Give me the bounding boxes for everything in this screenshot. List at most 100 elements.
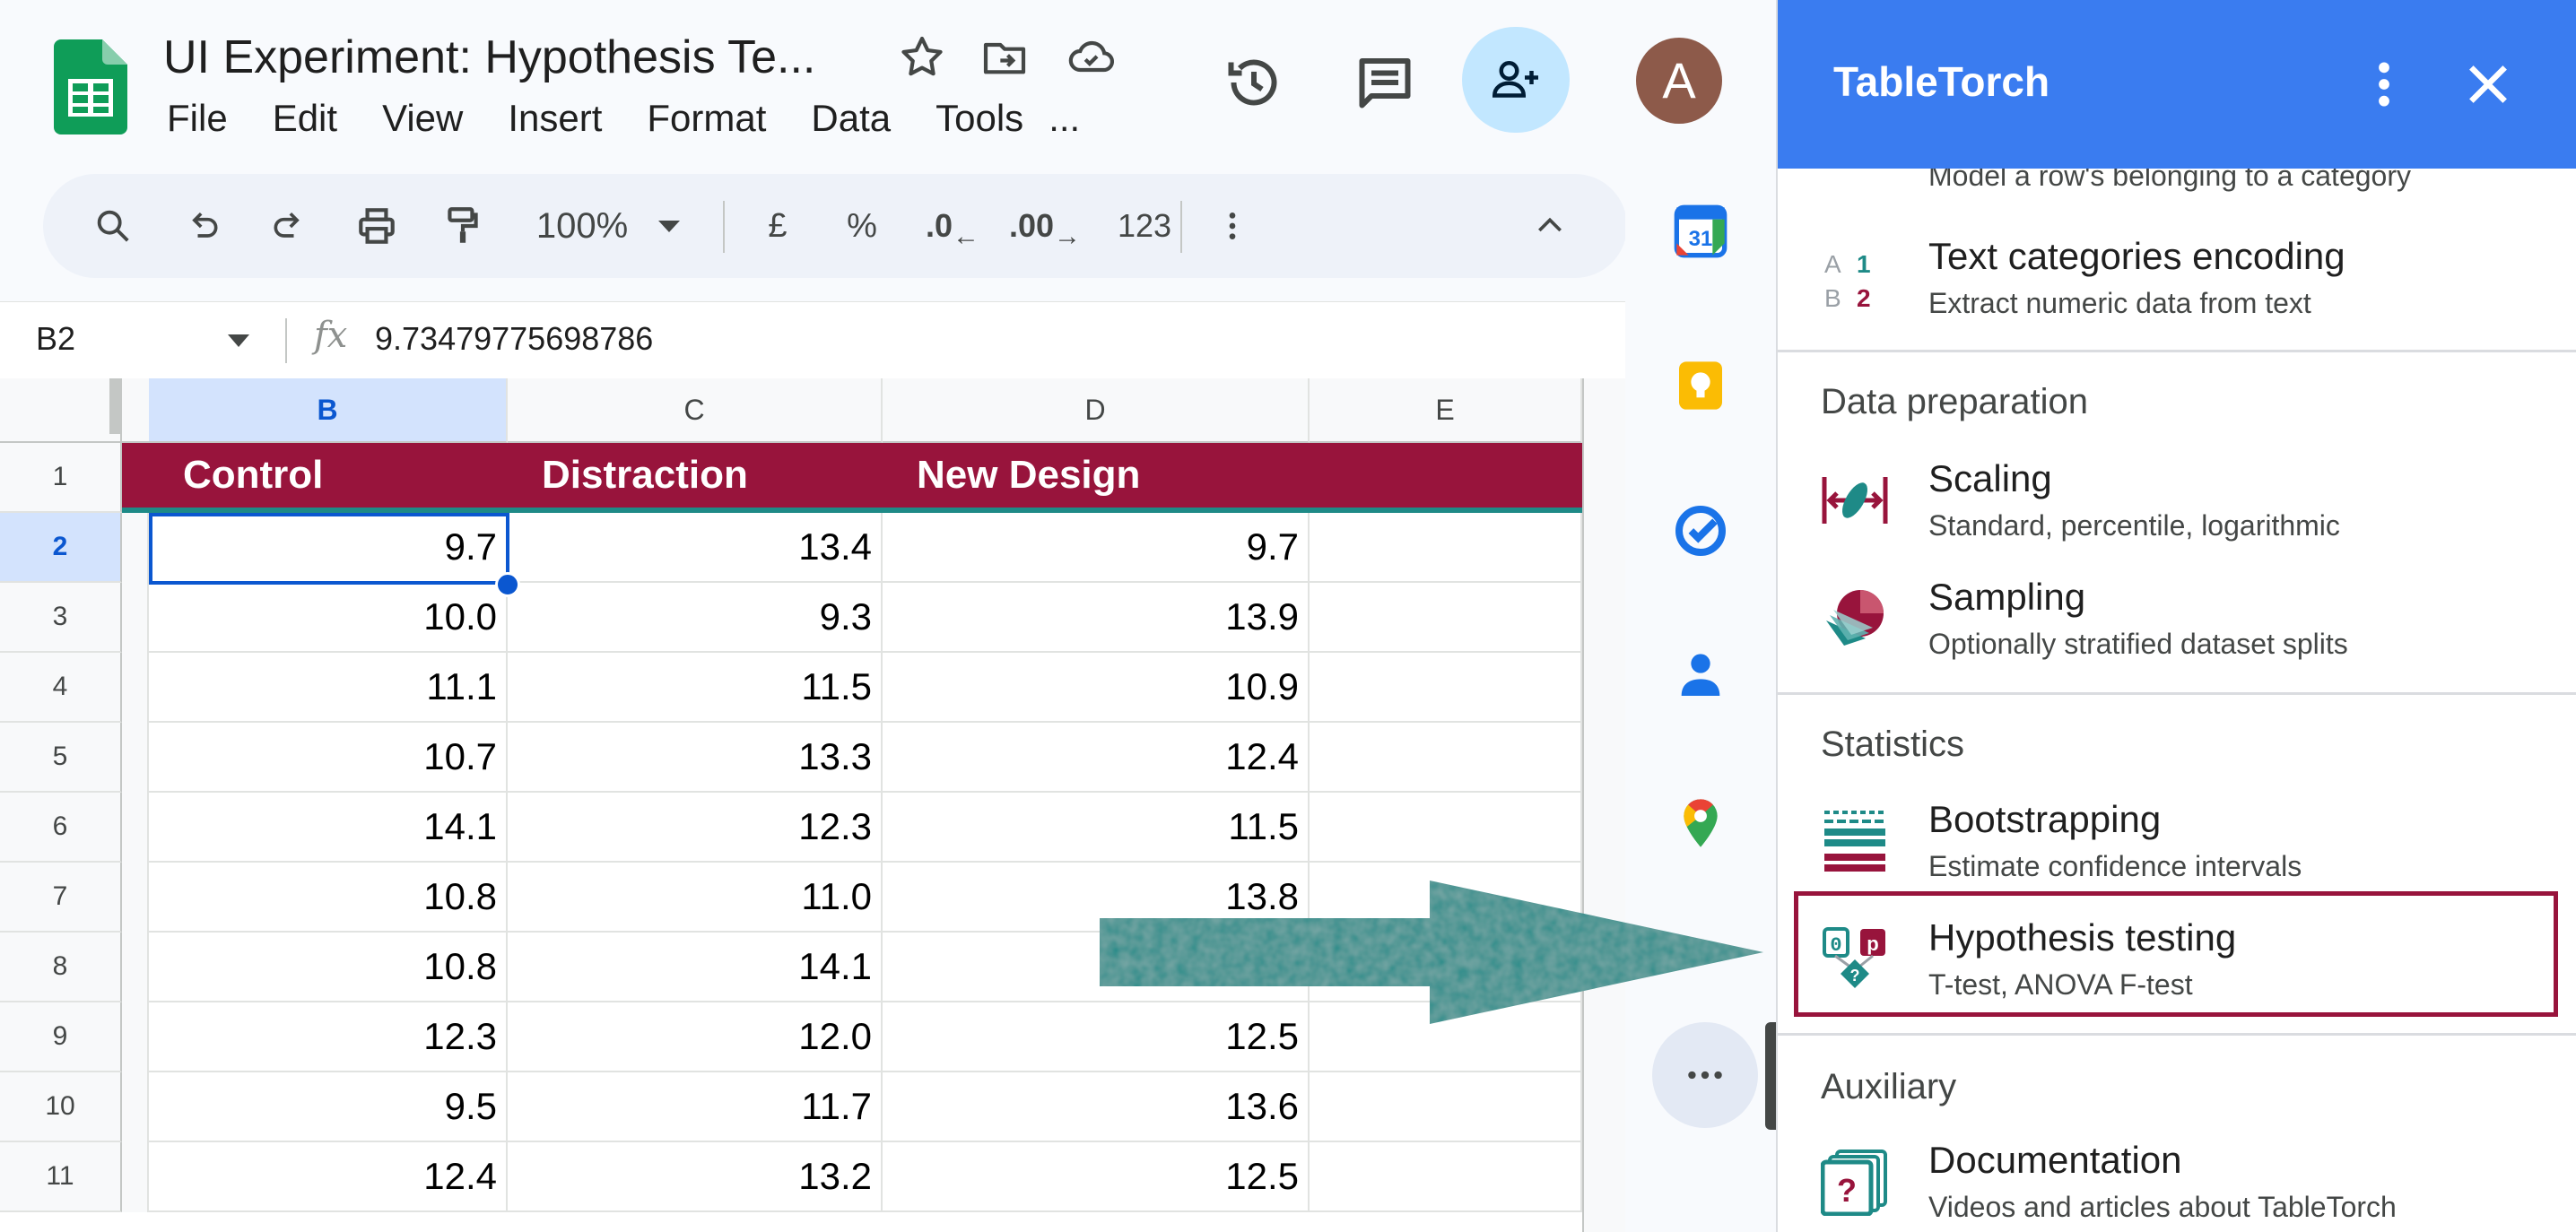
row-header-2[interactable]: 2 — [0, 513, 122, 583]
table-cell[interactable] — [1310, 793, 1582, 863]
column-header-d[interactable]: D — [883, 378, 1310, 443]
table-cell[interactable]: 12.3 — [149, 1002, 508, 1072]
table-cell[interactable]: 12.4 — [883, 723, 1310, 793]
table-cell[interactable]: 10.8 — [149, 933, 508, 1002]
undo-button[interactable] — [176, 174, 230, 278]
column-header-c[interactable]: C — [508, 378, 883, 443]
table-cell[interactable]: 11.1 — [149, 653, 508, 723]
more-addons-button[interactable] — [1652, 1022, 1758, 1128]
row-header-6[interactable]: 6 — [0, 793, 122, 863]
avatar[interactable]: A — [1636, 38, 1722, 124]
version-history-icon[interactable] — [1222, 50, 1286, 115]
table-cell[interactable]: 13.9 — [883, 583, 1310, 653]
panel-item-text-categories[interactable]: A 1 B 2 Text categories encoding Extract… — [1778, 228, 2576, 339]
more-vert-icon[interactable] — [2355, 56, 2413, 113]
table-cell[interactable]: 11.7 — [508, 1072, 883, 1142]
table-cell[interactable]: 9.3 — [508, 583, 883, 653]
panel-item-bootstrapping[interactable]: Bootstrapping Estimate confidence interv… — [1778, 791, 2576, 902]
table-cell[interactable]: 12.4 — [149, 1142, 508, 1212]
table-cell[interactable]: 14.1 — [149, 793, 508, 863]
menu-tools[interactable]: Tools — [936, 97, 1023, 140]
name-box[interactable]: B2 — [36, 320, 75, 358]
comments-icon[interactable] — [1353, 50, 1417, 115]
table-cell[interactable]: 11.5 — [508, 653, 883, 723]
table-cell[interactable] — [1310, 513, 1582, 583]
print-button[interactable] — [348, 174, 405, 278]
table-cell[interactable]: 13.2 — [508, 1142, 883, 1212]
header-cell[interactable]: New Design — [883, 443, 1310, 508]
table-cell[interactable]: 9.5 — [149, 1072, 508, 1142]
column-header-b[interactable]: B — [149, 378, 508, 443]
table-cell[interactable] — [1310, 1142, 1582, 1212]
row-header-11[interactable]: 11 — [0, 1142, 122, 1212]
header-cell[interactable]: Control — [149, 443, 508, 508]
row-header-5[interactable]: 5 — [0, 723, 122, 793]
formula-input[interactable]: 9.73479775698786 — [375, 320, 653, 358]
row-header-10[interactable]: 10 — [0, 1072, 122, 1142]
row-header-8[interactable]: 8 — [0, 933, 122, 1002]
table-cell[interactable] — [1310, 583, 1582, 653]
menu-more[interactable]: ... — [1049, 97, 1080, 140]
collapse-toolbar-button[interactable] — [1525, 174, 1575, 278]
currency-format-button[interactable]: £ — [755, 174, 800, 278]
close-icon[interactable] — [2459, 56, 2517, 113]
chevron-down-icon[interactable] — [228, 334, 249, 347]
table-cell[interactable]: 13.3 — [508, 723, 883, 793]
column-header-e[interactable]: E — [1310, 378, 1582, 443]
panel-item-sampling[interactable]: Sampling Optionally stratified dataset s… — [1778, 568, 2576, 680]
menu-insert[interactable]: Insert — [508, 97, 602, 140]
percent-format-button[interactable]: % — [840, 174, 884, 278]
menu-data[interactable]: Data — [811, 97, 891, 140]
select-all-corner[interactable] — [0, 378, 122, 443]
table-cell[interactable]: 11.5 — [883, 793, 1310, 863]
table-cell[interactable]: 14.1 — [508, 933, 883, 1002]
star-icon[interactable] — [897, 32, 947, 82]
table-cell[interactable]: 12.5 — [883, 1142, 1310, 1212]
panel-item-scaling[interactable]: Scaling Standard, percentile, logarithmi… — [1778, 450, 2576, 561]
search-menus-button[interactable] — [84, 174, 142, 278]
panel-item-hypothesis-testing[interactable]: 0 p ? Hypothesis testing T-test, ANOVA F… — [1778, 909, 2576, 1020]
cloud-saved-icon[interactable] — [1066, 32, 1116, 82]
table-cell[interactable]: 10.0 — [149, 583, 508, 653]
vertical-scrollbar[interactable] — [1582, 378, 1625, 1232]
selected-cell-b2[interactable] — [149, 513, 509, 585]
redo-button[interactable] — [262, 174, 316, 278]
paint-format-button[interactable] — [434, 174, 492, 278]
menu-view[interactable]: View — [382, 97, 463, 140]
share-button[interactable] — [1462, 27, 1570, 133]
increase-decimal-button[interactable]: .00 → — [1009, 174, 1081, 278]
row-header-4[interactable]: 4 — [0, 653, 122, 723]
number-format-button[interactable]: 123 — [1107, 174, 1182, 278]
table-cell[interactable]: 12.0 — [508, 1002, 883, 1072]
row-header-7[interactable]: 7 — [0, 863, 122, 933]
table-cell[interactable]: 10.7 — [149, 723, 508, 793]
table-cell[interactable]: 13.6 — [883, 1072, 1310, 1142]
table-cell[interactable] — [1310, 653, 1582, 723]
row-header-9[interactable]: 9 — [0, 1002, 122, 1072]
document-title[interactable]: UI Experiment: Hypothesis Te... — [163, 30, 815, 84]
row-header-1[interactable]: 1 — [0, 443, 122, 513]
table-cell[interactable]: 9.7 — [883, 513, 1310, 583]
row-header-3[interactable]: 3 — [0, 583, 122, 653]
table-cell[interactable]: 11.0 — [508, 863, 883, 933]
keep-icon[interactable] — [1672, 357, 1729, 414]
sheets-logo-icon[interactable] — [54, 39, 127, 134]
table-cell[interactable]: 13.4 — [508, 513, 883, 583]
table-cell[interactable] — [1310, 723, 1582, 793]
table-cell[interactable]: 10.9 — [883, 653, 1310, 723]
menu-file[interactable]: File — [167, 97, 228, 140]
panel-item-documentation[interactable]: ? Documentation Videos and articles abou… — [1778, 1132, 2576, 1232]
header-cell[interactable]: Distraction — [508, 443, 883, 508]
contacts-icon[interactable] — [1672, 646, 1729, 703]
maps-icon[interactable] — [1672, 794, 1729, 852]
table-cell[interactable] — [1310, 1072, 1582, 1142]
decrease-decimal-button[interactable]: .0 ← — [926, 174, 979, 278]
menu-edit[interactable]: Edit — [273, 97, 337, 140]
table-cell[interactable]: 12.3 — [508, 793, 883, 863]
freeze-handle[interactable] — [109, 378, 120, 434]
calendar-icon[interactable]: 31 — [1672, 203, 1729, 260]
table-cell[interactable]: 10.8 — [149, 863, 508, 933]
menu-format[interactable]: Format — [647, 97, 766, 140]
tasks-icon[interactable] — [1672, 502, 1729, 560]
more-tools-button[interactable] — [1207, 174, 1258, 278]
